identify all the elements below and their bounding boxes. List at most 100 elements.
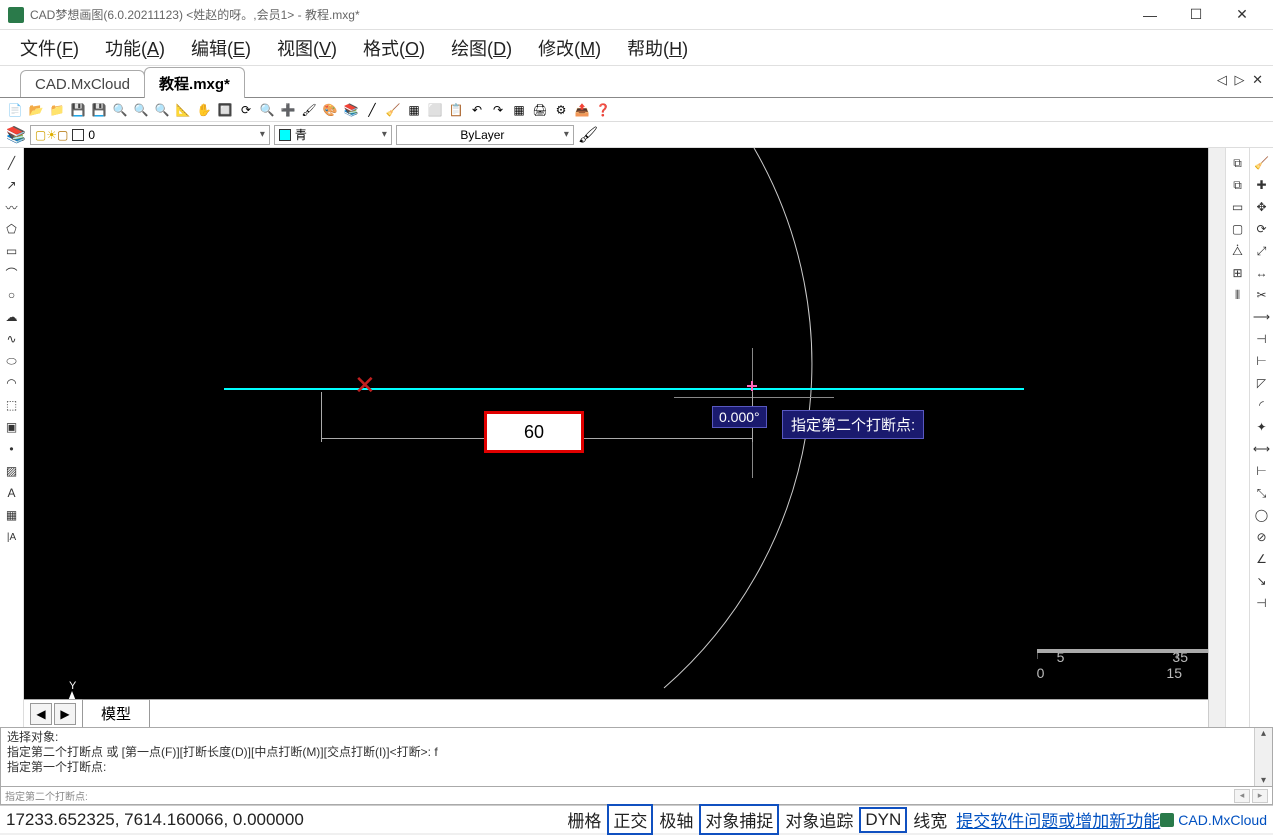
copy-tool-icon[interactable]: ⧉ <box>1229 154 1247 172</box>
new-icon[interactable]: 📄 <box>6 101 24 119</box>
layer-icon[interactable]: 📚 <box>342 101 360 119</box>
extend-tool-icon[interactable]: ⟶ <box>1253 308 1271 326</box>
chamfer-tool-icon[interactable]: ◸ <box>1253 374 1271 392</box>
menu-format[interactable]: 格式(O) <box>351 31 437 65</box>
dim-linear-icon[interactable]: ⊢ <box>1253 462 1271 480</box>
zoom-out-icon[interactable]: 🔍 <box>153 101 171 119</box>
join-tool-icon[interactable]: ⊢ <box>1253 352 1271 370</box>
zoom-realtime-icon[interactable]: 🔍 <box>258 101 276 119</box>
table-tool-icon[interactable]: ▦ <box>3 506 21 524</box>
color-icon[interactable]: 🎨 <box>321 101 339 119</box>
dim-radius-icon[interactable]: ◯ <box>1253 506 1271 524</box>
maximize-button[interactable]: ☐ <box>1173 0 1219 30</box>
rectangle-tool-icon[interactable]: ▭ <box>3 242 21 260</box>
xline-tool-icon[interactable]: ↗ <box>3 176 21 194</box>
select-window-icon[interactable]: ▭ <box>1229 198 1247 216</box>
ellipse-tool-icon[interactable]: ⬭ <box>3 352 21 370</box>
lengthen-tool-icon[interactable]: ⟷ <box>1253 440 1271 458</box>
regen-icon[interactable]: ⟳ <box>237 101 255 119</box>
brand-label[interactable]: CAD.MxCloud <box>1160 812 1267 828</box>
tab-prev-button[interactable]: ◀ <box>30 703 52 725</box>
erase-tool-icon[interactable]: 🧹 <box>1253 154 1271 172</box>
mtext-tool-icon[interactable]: |A <box>3 528 21 546</box>
select-icon[interactable]: ▦ <box>405 101 423 119</box>
close-button[interactable]: ✕ <box>1219 0 1265 30</box>
status-lweight[interactable]: 线宽 <box>909 806 951 833</box>
menu-edit[interactable]: 编辑(E) <box>179 31 263 65</box>
text-tool-icon[interactable]: A <box>3 484 21 502</box>
menu-help[interactable]: 帮助(H) <box>615 31 700 65</box>
tab-nav-controls[interactable]: ◁ ▷ ✕ <box>1217 72 1265 88</box>
status-polar[interactable]: 极轴 <box>655 806 697 833</box>
rotate-tool-icon[interactable]: ⟳ <box>1253 220 1271 238</box>
ellipse-arc-tool-icon[interactable]: ◠ <box>3 374 21 392</box>
make-block-icon[interactable]: ▣ <box>3 418 21 436</box>
menu-modify[interactable]: 修改(M) <box>526 31 613 65</box>
model-tab[interactable]: 模型 <box>82 699 150 728</box>
dim-aligned-icon[interactable]: ⤡ <box>1253 484 1271 502</box>
help-icon[interactable]: ❓ <box>594 101 612 119</box>
window-tool-icon[interactable]: ▢ <box>1229 220 1247 238</box>
block-icon[interactable]: ⬜ <box>426 101 444 119</box>
dim-angular-icon[interactable]: ∠ <box>1253 550 1271 568</box>
status-ortho[interactable]: 正交 <box>607 804 653 835</box>
dim-diameter-icon[interactable]: ⊘ <box>1253 528 1271 546</box>
tab-next-button[interactable]: ▶ <box>54 703 76 725</box>
feedback-link[interactable]: 提交软件问题或增加新功能 <box>956 807 1160 832</box>
move-tool-icon[interactable]: ✥ <box>1253 198 1271 216</box>
dim-leader-icon[interactable]: ↘ <box>1253 572 1271 590</box>
polyline-tool-icon[interactable]: 〰 <box>3 198 21 216</box>
copy3-tool-icon[interactable]: ✚ <box>1253 176 1271 194</box>
redo-icon[interactable]: ↷ <box>489 101 507 119</box>
command-scrollbar[interactable]: ▴▾ <box>1254 728 1272 786</box>
grid-icon[interactable]: ▦ <box>510 101 528 119</box>
brush-icon[interactable]: 🖌 <box>300 101 318 119</box>
command-input[interactable]: 指定第二个打断点: ◂▸ <box>0 787 1273 805</box>
folder-icon[interactable]: 📁 <box>48 101 66 119</box>
tab-active[interactable]: 教程.mxg* <box>144 67 245 98</box>
menu-draw[interactable]: 绘图(D) <box>439 31 524 65</box>
erase-icon[interactable]: 🧹 <box>384 101 402 119</box>
pan-icon[interactable]: ✋ <box>195 101 213 119</box>
mirror-tool-icon[interactable]: ⧊ <box>1229 242 1247 260</box>
copy2-tool-icon[interactable]: ⧉ <box>1229 176 1247 194</box>
status-grid[interactable]: 栅格 <box>563 806 605 833</box>
explode-tool-icon[interactable]: ✦ <box>1253 418 1271 436</box>
zoom-extents-icon[interactable]: 🔍 <box>111 101 129 119</box>
linetype-dropdown[interactable]: ByLayer <box>396 125 574 145</box>
hscroll-left[interactable]: ◂ <box>1234 789 1250 803</box>
hatch-tool-icon[interactable]: ▨ <box>3 462 21 480</box>
saveas-icon[interactable]: 💾 <box>90 101 108 119</box>
open-icon[interactable]: 📂 <box>27 101 45 119</box>
color-dropdown[interactable]: 青 <box>274 125 392 145</box>
fillet-tool-icon[interactable]: ◜ <box>1253 396 1271 414</box>
polygon-tool-icon[interactable]: ⬠ <box>3 220 21 238</box>
status-dyn[interactable]: DYN <box>859 807 907 833</box>
measure-icon[interactable]: 📐 <box>174 101 192 119</box>
zoom-in-icon[interactable]: 🔍 <box>132 101 150 119</box>
offset-tool-icon[interactable]: ⫴ <box>1229 286 1247 304</box>
spline-tool-icon[interactable]: ∿ <box>3 330 21 348</box>
distance-input[interactable]: 60 <box>484 411 584 453</box>
line-icon[interactable]: ╱ <box>363 101 381 119</box>
status-osnap[interactable]: 对象捕捉 <box>699 804 779 835</box>
arc-tool-icon[interactable]: ⌒ <box>3 264 21 282</box>
scale-tool-icon[interactable]: ⤢ <box>1253 242 1271 260</box>
trim-tool-icon[interactable]: ✂ <box>1253 286 1271 304</box>
menu-file[interactable]: 文件(F) <box>8 31 91 65</box>
save-icon[interactable]: 💾 <box>69 101 87 119</box>
menu-function[interactable]: 功能(A) <box>93 31 177 65</box>
stretch-tool-icon[interactable]: ↔ <box>1253 264 1271 282</box>
circle-tool-icon[interactable]: ○ <box>3 286 21 304</box>
export-icon[interactable]: 📤 <box>573 101 591 119</box>
revcloud-tool-icon[interactable]: ☁ <box>3 308 21 326</box>
drawing-canvas[interactable]: ✕ 60 0.000° 指定第二个打断点: Y X <box>24 148 1208 699</box>
menu-view[interactable]: 视图(V) <box>265 31 349 65</box>
command-text[interactable]: 选择对象: 指定第二个打断点 或 [第一点(F)][打断长度(D)][中点打断(… <box>1 728 1254 786</box>
canvas-scrollbar[interactable] <box>1208 148 1225 727</box>
line-tool-icon[interactable]: ╱ <box>3 154 21 172</box>
print-icon[interactable]: 🖨 <box>531 101 549 119</box>
array-tool-icon[interactable]: ⊞ <box>1229 264 1247 282</box>
layer-dropdown[interactable]: ▢☀▢ 0 <box>30 125 270 145</box>
layer-manager-icon[interactable]: 📚 <box>6 125 26 145</box>
